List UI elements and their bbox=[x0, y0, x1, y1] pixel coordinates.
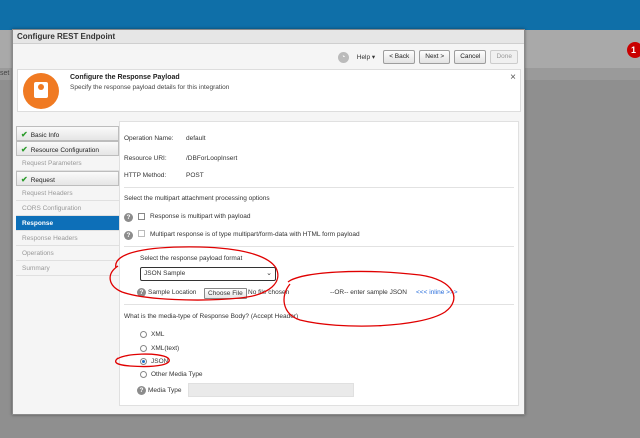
help-icon[interactable]: ? bbox=[124, 213, 133, 222]
operation-name-value: default bbox=[186, 135, 206, 142]
nav-item-basic-info[interactable]: ✔ Basic Info bbox=[16, 126, 119, 141]
divider bbox=[124, 304, 514, 305]
nav-item-request-headers[interactable]: Request Headers bbox=[16, 186, 119, 201]
help-menu[interactable]: Help ▾ bbox=[353, 53, 379, 61]
radio-other-media-type-label: Other Media Type bbox=[151, 371, 203, 378]
configure-rest-endpoint-dialog: Configure REST Endpoint ◔ Help ▾ < Back … bbox=[12, 29, 525, 415]
resource-uri-label: Resource URI: bbox=[124, 155, 167, 162]
nav-item-response[interactable]: Response bbox=[16, 216, 119, 231]
radio-xml[interactable] bbox=[140, 331, 147, 338]
sample-location-label: Sample Location bbox=[148, 289, 197, 296]
radio-json[interactable] bbox=[140, 358, 147, 365]
media-type-input[interactable] bbox=[188, 383, 354, 397]
radio-other-media-type[interactable] bbox=[140, 371, 147, 378]
nav-item-request[interactable]: ✔ Request bbox=[16, 171, 119, 186]
app-top-bar bbox=[0, 0, 640, 30]
payload-format-select[interactable]: JSON Sample ⌄ bbox=[140, 267, 276, 281]
multipart-heading: Select the multipart attachment processi… bbox=[124, 195, 270, 202]
step-title: Configure the Response Payload bbox=[70, 74, 180, 81]
inline-link[interactable]: <<< inline >>> bbox=[416, 289, 458, 296]
dialog-title: Configure REST Endpoint bbox=[13, 30, 524, 44]
radio-xml-text[interactable] bbox=[140, 345, 147, 352]
http-method-value: POST bbox=[186, 172, 204, 179]
back-button[interactable]: < Back bbox=[383, 50, 416, 64]
checkmark-icon: ✔ bbox=[21, 145, 28, 154]
help-icon[interactable]: ? bbox=[137, 386, 146, 395]
background-text: set bbox=[0, 70, 10, 77]
checkmark-icon: ✔ bbox=[21, 130, 28, 139]
nav-item-operations[interactable]: Operations bbox=[16, 246, 119, 261]
multipart-form-data-label: Multipart response is of type multipart/… bbox=[150, 231, 360, 238]
help-icon[interactable]: ? bbox=[137, 288, 146, 297]
divider bbox=[124, 246, 514, 247]
nav-item-cors-configuration[interactable]: CORS Configuration bbox=[16, 201, 119, 216]
multipart-option-label: Response is multipart with payload bbox=[150, 213, 251, 220]
activity-icon[interactable]: ◔ bbox=[337, 51, 349, 63]
choose-file-button[interactable]: Choose File bbox=[204, 288, 247, 299]
response-payload-icon bbox=[23, 73, 59, 109]
step-header: Configure the Response Payload Specify t… bbox=[17, 69, 521, 112]
close-icon[interactable]: × bbox=[510, 72, 516, 83]
no-file-chosen-text: No file chosen bbox=[248, 289, 290, 296]
multipart-form-data-checkbox[interactable] bbox=[138, 230, 145, 237]
http-method-label: HTTP Method: bbox=[124, 172, 167, 179]
nav-item-request-parameters[interactable]: Request Parameters bbox=[16, 156, 119, 171]
radio-xml-label: XML bbox=[151, 331, 165, 338]
media-type-label: Media Type bbox=[148, 387, 182, 394]
help-icon[interactable]: ? bbox=[124, 231, 133, 240]
resource-uri-value: /DBForLoopInsert bbox=[186, 155, 238, 162]
radio-json-label: JSON bbox=[151, 358, 169, 365]
divider bbox=[124, 187, 514, 188]
nav-item-resource-configuration[interactable]: ✔ Resource Configuration bbox=[16, 141, 119, 156]
nav-item-response-headers[interactable]: Response Headers bbox=[16, 231, 119, 246]
media-type-heading: What is the media-type of Response Body?… bbox=[124, 313, 299, 320]
done-button[interactable]: Done bbox=[490, 50, 518, 64]
cancel-button[interactable]: Cancel bbox=[454, 50, 487, 64]
response-config-panel: Operation Name: default Resource URI: /D… bbox=[119, 121, 519, 406]
checkmark-icon: ✔ bbox=[21, 175, 28, 184]
payload-format-label: Select the response payload format bbox=[140, 255, 243, 262]
radio-xml-text-label: XML(text) bbox=[151, 345, 180, 352]
wizard-steps-nav: ✔ Basic Info ✔ Resource Configuration Requ… bbox=[16, 126, 119, 276]
wizard-toolbar: ◔ Help ▾ < Back Next > Cancel Done bbox=[337, 49, 518, 65]
next-button[interactable]: Next > bbox=[419, 50, 451, 64]
chevron-down-icon: ⌄ bbox=[266, 270, 272, 277]
multipart-checkbox[interactable] bbox=[138, 213, 145, 220]
step-subtitle: Specify the response payload details for… bbox=[70, 84, 230, 91]
nav-item-summary[interactable]: Summary bbox=[16, 261, 119, 276]
notification-badge[interactable]: 1 bbox=[627, 42, 640, 58]
or-enter-sample-json-text: --OR-- enter sample JSON bbox=[330, 289, 407, 296]
operation-name-label: Operation Name: bbox=[124, 135, 174, 142]
